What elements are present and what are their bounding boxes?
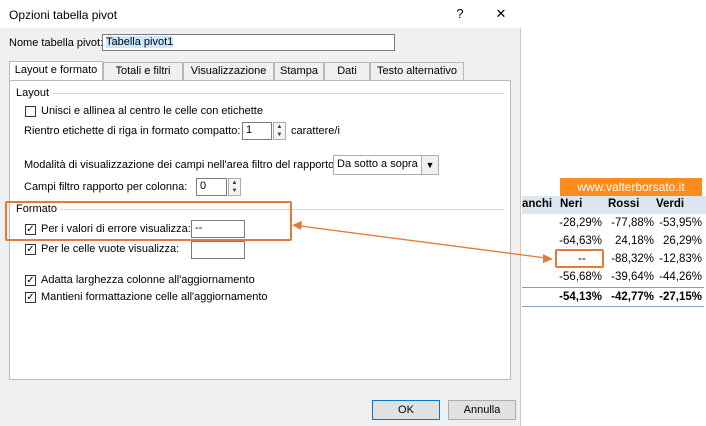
connector-arrow: [292, 221, 553, 263]
